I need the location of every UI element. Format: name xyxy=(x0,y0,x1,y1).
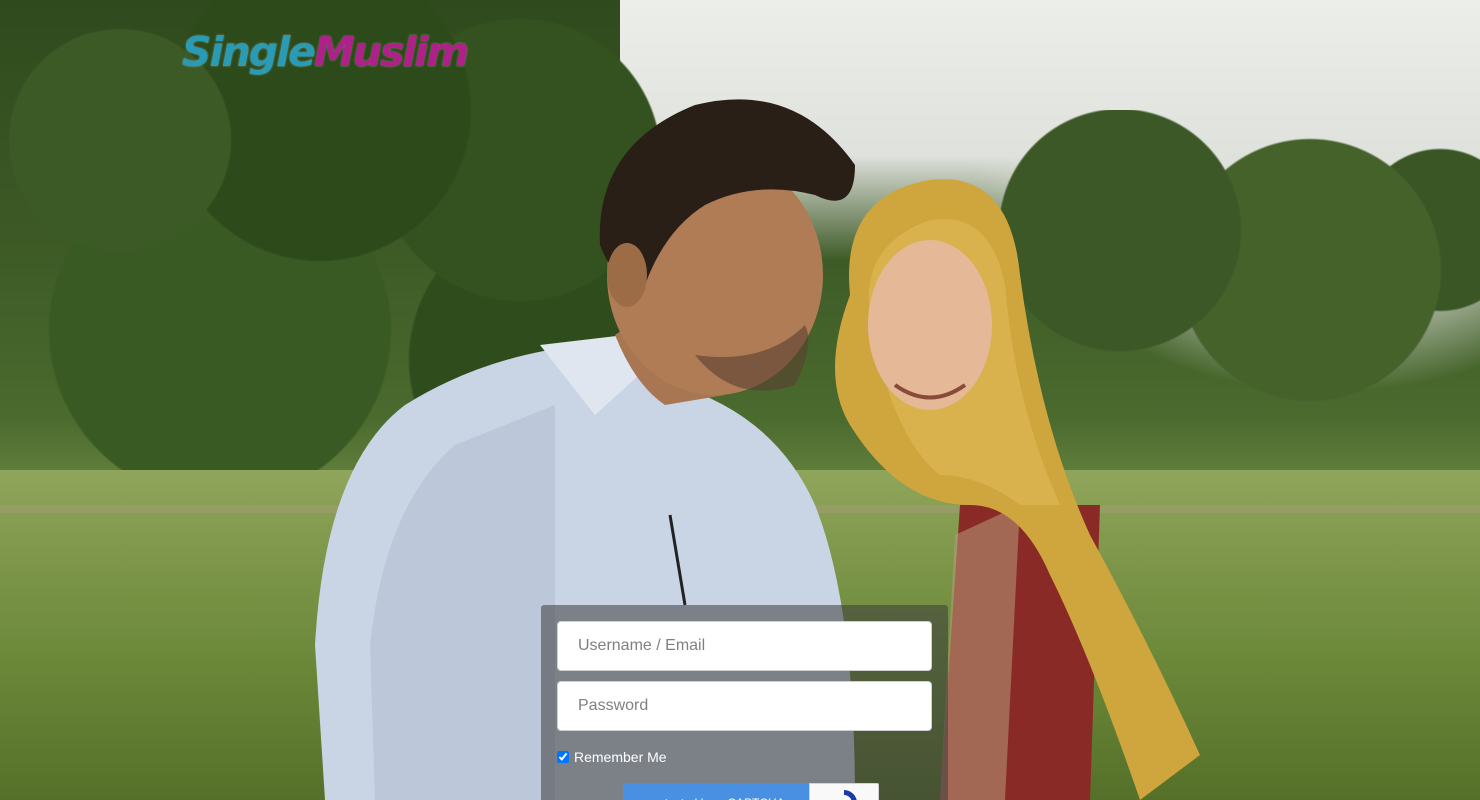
login-panel: Remember Me protected by reCAPTCHA xyxy=(541,605,948,800)
recaptcha-widget[interactable]: protected by reCAPTCHA xyxy=(623,783,879,800)
password-input[interactable] xyxy=(557,681,932,731)
logo-muslim-text: Muslim xyxy=(313,28,469,76)
logo-single-text: Single xyxy=(182,28,316,76)
username-email-input[interactable] xyxy=(557,621,932,671)
recaptcha-logo-icon xyxy=(809,783,879,800)
site-logo[interactable]: SingleMuslim xyxy=(182,24,469,80)
remember-me-label: Remember Me xyxy=(574,749,667,765)
login-page: SingleMuslim Remember Me protected by re… xyxy=(0,0,1480,800)
remember-me-option[interactable]: Remember Me xyxy=(557,749,667,765)
remember-me-checkbox[interactable] xyxy=(557,751,569,763)
recaptcha-label: protected by reCAPTCHA xyxy=(623,783,809,800)
